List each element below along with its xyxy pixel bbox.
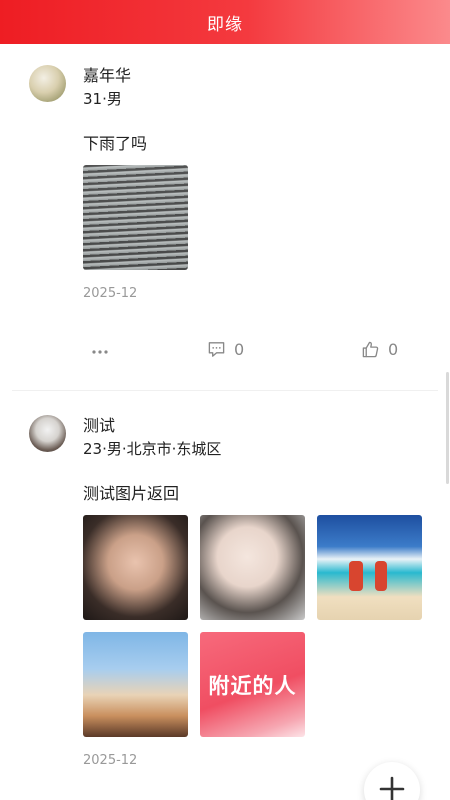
post-date: 2025-12 (83, 753, 138, 768)
comment-button[interactable]: 0 (207, 340, 244, 359)
feed-list[interactable]: 嘉年华 31·男 下雨了吗 2025-12 0 0 测试 23·男·北京市·东城… (0, 44, 450, 800)
user-meta: 23·男·北京市·东城区 (83, 440, 222, 458)
post-image[interactable] (317, 515, 422, 620)
post-text: 下雨了吗 (83, 134, 148, 153)
like-count: 0 (388, 340, 399, 359)
user-name[interactable]: 测试 (83, 412, 115, 436)
like-button[interactable]: 0 (361, 340, 398, 359)
post-date: 2025-12 (83, 286, 138, 301)
scrollbar[interactable] (446, 372, 449, 484)
comment-icon (207, 340, 226, 359)
avatar[interactable] (29, 65, 66, 102)
image-figure (349, 561, 363, 591)
post-text: 测试图片返回 (83, 484, 180, 503)
comment-count: 0 (234, 340, 245, 359)
page-title: 即缘 (207, 14, 243, 35)
avatar[interactable] (29, 415, 66, 452)
post-image[interactable] (83, 165, 188, 270)
post-image[interactable] (200, 515, 305, 620)
image-caption: 附近的人 (208, 673, 297, 698)
plus-icon (379, 762, 405, 800)
more-dots-icon[interactable] (91, 343, 109, 361)
post-image[interactable] (83, 632, 188, 737)
thumbs-up-icon (361, 340, 380, 359)
post-actions: 0 0 (0, 340, 450, 364)
divider (12, 390, 438, 391)
user-meta: 31·男 (83, 90, 122, 108)
image-figure (375, 561, 387, 591)
post-image[interactable]: 附近的人 (200, 632, 305, 737)
app-header: 即缘 (0, 0, 450, 44)
post-image[interactable] (83, 515, 188, 620)
user-name[interactable]: 嘉年华 (83, 62, 131, 86)
